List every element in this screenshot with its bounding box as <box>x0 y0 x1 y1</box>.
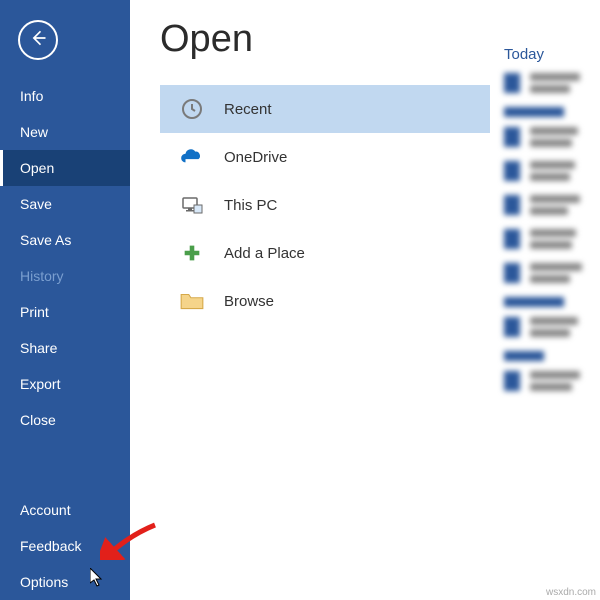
sidebar-item-open[interactable]: Open <box>0 150 130 186</box>
recent-file-item[interactable] <box>504 317 590 337</box>
place-label: Browse <box>224 293 274 310</box>
sidebar-item-feedback[interactable]: Feedback <box>0 528 130 564</box>
sidebar-item-save[interactable]: Save <box>0 186 130 222</box>
sidebar-item-close[interactable]: Close <box>0 402 130 438</box>
place-onedrive[interactable]: OneDrive <box>160 133 490 181</box>
recent-file-item[interactable] <box>504 161 590 181</box>
pc-icon <box>178 191 206 219</box>
watermark: wsxdn.com <box>546 587 596 598</box>
recent-file-item[interactable] <box>504 127 590 147</box>
sidebar-item-export[interactable]: Export <box>0 366 130 402</box>
recent-file-item[interactable] <box>504 263 590 283</box>
places-column: Open Recent OneDrive This PC <box>160 18 490 600</box>
cloud-icon <box>178 143 206 171</box>
sidebar-item-history: History <box>0 258 130 294</box>
sidebar-item-info[interactable]: Info <box>0 78 130 114</box>
place-label: OneDrive <box>224 149 287 166</box>
place-recent[interactable]: Recent <box>160 85 490 133</box>
place-label: This PC <box>224 197 277 214</box>
recent-section-header <box>504 107 564 117</box>
place-label: Recent <box>224 101 272 118</box>
sidebar-item-print[interactable]: Print <box>0 294 130 330</box>
sidebar-item-options[interactable]: Options <box>0 564 130 600</box>
recent-files-panel: Today <box>490 18 600 600</box>
recent-section-header <box>504 351 544 361</box>
backstage-sidebar: Info New Open Save Save As History Print… <box>0 0 130 600</box>
recent-file-item[interactable] <box>504 73 590 93</box>
recent-section-header <box>504 297 564 307</box>
page-title: Open <box>160 18 490 61</box>
sidebar-item-account[interactable]: Account <box>0 492 130 528</box>
main-panel: Open Recent OneDrive This PC <box>130 0 600 600</box>
sidebar-item-new[interactable]: New <box>0 114 130 150</box>
recent-file-item[interactable] <box>504 195 590 215</box>
recent-file-item[interactable] <box>504 229 590 249</box>
place-this-pc[interactable]: This PC <box>160 181 490 229</box>
place-browse[interactable]: Browse <box>160 277 490 325</box>
clock-icon <box>178 95 206 123</box>
recent-file-item[interactable] <box>504 371 590 391</box>
place-label: Add a Place <box>224 245 305 262</box>
back-arrow-icon <box>28 28 48 53</box>
recent-section-today: Today <box>504 46 590 63</box>
folder-icon <box>178 287 206 315</box>
back-button[interactable] <box>18 20 58 60</box>
sidebar-item-save-as[interactable]: Save As <box>0 222 130 258</box>
place-add-place[interactable]: Add a Place <box>160 229 490 277</box>
plus-icon <box>178 239 206 267</box>
sidebar-item-share[interactable]: Share <box>0 330 130 366</box>
